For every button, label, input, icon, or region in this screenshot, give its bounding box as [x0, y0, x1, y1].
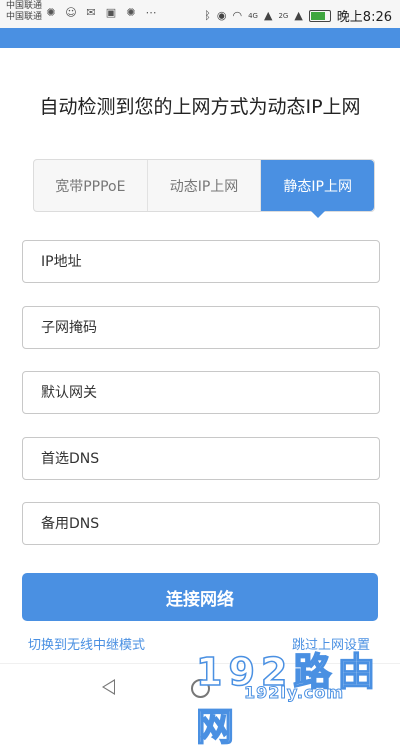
network-type-2: 2G — [278, 11, 289, 20]
connect-button[interactable]: 连接网络 — [22, 573, 378, 621]
system-icons: ᛒ ◉ ◠ 4G ▲ 2G ▲ 晚上8:26 — [204, 6, 392, 25]
connection-type-tabs: 宽带PPPoE 动态IP上网 静态IP上网 — [33, 159, 375, 218]
primary-dns-field[interactable] — [22, 437, 380, 480]
battery-icon — [308, 9, 331, 22]
tab-static-ip[interactable]: 静态IP上网 — [261, 160, 375, 218]
primary-dns-input[interactable] — [39, 449, 379, 468]
secondary-dns-input[interactable] — [39, 514, 379, 533]
switch-repeater-link[interactable]: 切换到无线中继模式 — [28, 634, 145, 653]
tab-pppoe[interactable]: 宽带PPPoE — [34, 160, 148, 211]
weibo-icon: ✺ — [46, 6, 56, 19]
signal-icon: ▲ — [263, 9, 273, 22]
secondary-dns-field[interactable] — [22, 502, 380, 545]
carrier-info: 中国联通 中国联通 — [6, 1, 42, 23]
status-bar: 中国联通 中国联通 ✺ ☺ ✉ ▣ ✺ ⋯ ᛒ ◉ ◠ 4G ▲ 2G ▲ 晚上… — [0, 0, 400, 28]
wechat-icon: ✉ — [86, 6, 96, 19]
more-icon: ⋯ — [145, 6, 157, 19]
wifi-icon: ◠ — [232, 9, 243, 22]
watermark-logo: 192路由网 192ly.com — [195, 641, 394, 750]
weibo-icon-2: ✺ — [126, 6, 136, 19]
back-icon[interactable] — [102, 679, 115, 695]
ip-address-field[interactable] — [22, 240, 380, 283]
app-icon: ▣ — [105, 6, 117, 19]
bluetooth-icon: ᛒ — [204, 9, 211, 22]
qq-icon: ☺ — [65, 6, 77, 19]
network-type-1: 4G — [248, 11, 258, 20]
notification-icons: ✺ ☺ ✉ ▣ ✺ ⋯ — [44, 6, 158, 20]
page-title: 自动检测到您的上网方式为动态IP上网 — [39, 96, 361, 118]
gateway-input[interactable] — [39, 383, 379, 402]
eye-icon: ◉ — [216, 9, 227, 22]
ip-address-input[interactable] — [39, 252, 379, 271]
subnet-mask-field[interactable] — [22, 306, 380, 349]
carrier-2: 中国联通 — [6, 12, 43, 22]
header-band — [0, 28, 400, 48]
gateway-field[interactable] — [22, 371, 380, 414]
watermark-url: 192ly.com — [243, 683, 345, 703]
tab-dynamic-ip[interactable]: 动态IP上网 — [148, 160, 262, 211]
carrier-1: 中国联通 — [6, 1, 43, 11]
clock: 晚上8:26 — [336, 10, 392, 25]
subnet-mask-input[interactable] — [39, 318, 379, 337]
signal-icon-2: ▲ — [294, 9, 303, 22]
